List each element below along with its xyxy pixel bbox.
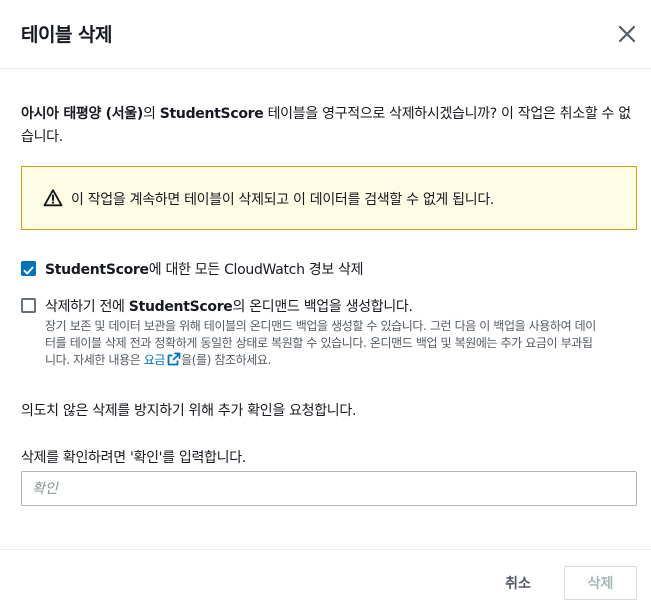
delete-alarms-checkbox[interactable]: [21, 261, 36, 276]
close-icon[interactable]: [612, 19, 642, 49]
external-link-icon: [167, 352, 181, 366]
dialog-title: 테이블 삭제: [21, 24, 113, 46]
region-name: 아시아 태평양 (서울): [21, 106, 143, 122]
label-text: 삭제하기 전에: [45, 299, 129, 315]
cancel-button[interactable]: 취소: [488, 566, 548, 600]
message-part: 의: [143, 106, 160, 122]
desc-text: 을(를) 참조하세요.: [181, 353, 271, 367]
dialog-header: 테이블 삭제: [0, 0, 651, 69]
label-text: 에 대한 모든 CloudWatch 경보 삭제: [148, 262, 364, 278]
desc-line: 장기 보존 및 데이터 보관을 위해 테이블의 온디맨드 백업을 생성할 수 있…: [45, 319, 596, 333]
delete-table-dialog: 테이블 삭제 아시아 태평양 (서울)의 StudentScore 테이블을 영…: [0, 0, 651, 612]
confirm-input-label: 삭제를 확인하려면 '확인'를 입력합니다.: [21, 450, 246, 466]
label-text: 의 온디맨드 백업을 생성합니다.: [232, 299, 413, 315]
warning-icon: [43, 188, 63, 208]
desc-line: 니다. 자세한 내용은 요금 을(를) 참조하세요.: [45, 352, 639, 369]
create-backup-label[interactable]: 삭제하기 전에 StudentScore의 온디맨드 백업을 생성합니다.: [45, 296, 413, 316]
create-backup-description: 장기 보존 및 데이터 보관을 위해 테이블의 온디맨드 백업을 생성할 수 있…: [45, 318, 639, 369]
table-name: StudentScore: [159, 106, 264, 122]
dialog-footer: 취소 삭제: [0, 549, 651, 612]
confirmation-notice: 의도치 않은 삭제를 방지하기 위해 추가 확인을 요청합니다.: [21, 403, 357, 419]
desc-line: 터를 테이블 삭제 전과 정확하게 동일한 상태로 복원할 수 있습니다. 온디…: [45, 336, 593, 350]
confirm-input[interactable]: [21, 471, 637, 506]
desc-text: 니다. 자세한 내용은: [45, 353, 144, 367]
table-name: StudentScore: [128, 299, 233, 315]
delete-button[interactable]: 삭제: [564, 566, 637, 600]
pricing-link-text: 요금: [143, 353, 166, 367]
table-name: StudentScore: [45, 262, 149, 278]
pricing-link[interactable]: 요금: [143, 352, 181, 367]
warning-alert: 이 작업을 계속하면 테이블이 삭제되고 이 데이터를 검색할 수 없게 됩니다…: [21, 166, 637, 230]
warning-text: 이 작업을 계속하면 테이블이 삭제되고 이 데이터를 검색할 수 없게 됩니다…: [71, 192, 495, 208]
create-backup-checkbox[interactable]: [21, 298, 36, 313]
delete-confirmation-message: 아시아 태평양 (서울)의 StudentScore 테이블을 영구적으로 삭제…: [21, 103, 636, 149]
delete-alarms-label[interactable]: StudentScore에 대한 모든 CloudWatch 경보 삭제: [45, 259, 364, 279]
checkmark-icon: [23, 266, 34, 275]
